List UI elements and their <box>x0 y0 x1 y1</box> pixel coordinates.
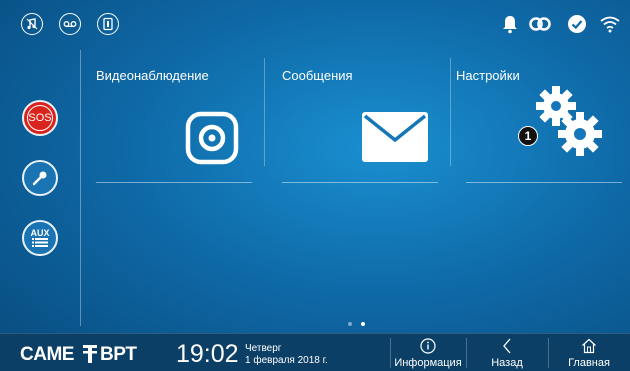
tile-divider <box>450 58 451 166</box>
envelope-icon <box>362 112 428 162</box>
page-dot-2-active[interactable] <box>361 322 365 326</box>
date: 1 февраля 2018 г. <box>245 355 328 366</box>
tile-underline <box>96 182 252 183</box>
info-label: Информация <box>394 357 462 369</box>
sos-label: SOS <box>27 105 53 131</box>
info-icon <box>420 338 436 354</box>
link-icon[interactable] <box>528 12 552 36</box>
gears-icon <box>536 86 602 156</box>
home-label: Главная <box>568 357 610 369</box>
camera-icon <box>185 111 239 165</box>
list-icon <box>32 238 48 247</box>
tile-underline <box>282 182 438 183</box>
back-button[interactable]: Назад <box>466 334 548 371</box>
tile-video-surveillance[interactable]: Видеонаблюдение <box>96 58 266 188</box>
key-button[interactable] <box>22 160 58 196</box>
sos-button[interactable]: SOS <box>22 100 58 136</box>
tile-settings-label: Настройки <box>456 68 520 83</box>
door-lock-icon[interactable] <box>97 13 119 35</box>
tile-underline <box>466 182 622 183</box>
wifi-icon[interactable] <box>598 12 622 36</box>
sidebar-divider <box>80 50 81 326</box>
home-icon <box>582 338 596 354</box>
aux-button[interactable]: AUX <box>22 220 58 256</box>
page-dot-1[interactable] <box>348 322 352 326</box>
key-icon <box>32 171 47 186</box>
check-circle-icon[interactable] <box>565 12 589 36</box>
tile-video-label: Видеонаблюдение <box>96 68 209 83</box>
tile-messages-label: Сообщения <box>282 68 353 83</box>
info-button[interactable]: Информация <box>390 334 466 371</box>
bpt-logo-icon <box>83 345 97 363</box>
home-button[interactable]: Главная <box>548 334 630 371</box>
tile-settings[interactable]: Настройки 1 <box>456 58 630 188</box>
intercom-screen: SOS AUX Видеонаблюдение Сообщения Настро… <box>0 0 630 371</box>
chevron-left-icon <box>503 338 511 354</box>
back-label: Назад <box>491 357 523 369</box>
bell-icon[interactable] <box>498 12 522 36</box>
brand-bpt: BPT <box>100 344 137 365</box>
status-bar <box>0 0 630 48</box>
bottom-bar: CAME BPT 19:02 Четверг 1 февраля 2018 г.… <box>0 333 630 371</box>
aux-label: AUX <box>30 228 50 238</box>
tile-divider <box>264 58 265 166</box>
music-note-mute-icon[interactable] <box>21 13 43 35</box>
voicemail-icon[interactable] <box>59 13 81 35</box>
tile-messages[interactable]: Сообщения <box>282 58 452 188</box>
sidebar: SOS AUX <box>0 48 80 326</box>
clock-time: 19:02 <box>176 340 239 368</box>
settings-badge: 1 <box>518 126 538 146</box>
brand-came: CAME <box>20 344 74 365</box>
weekday: Четверг <box>245 343 282 354</box>
